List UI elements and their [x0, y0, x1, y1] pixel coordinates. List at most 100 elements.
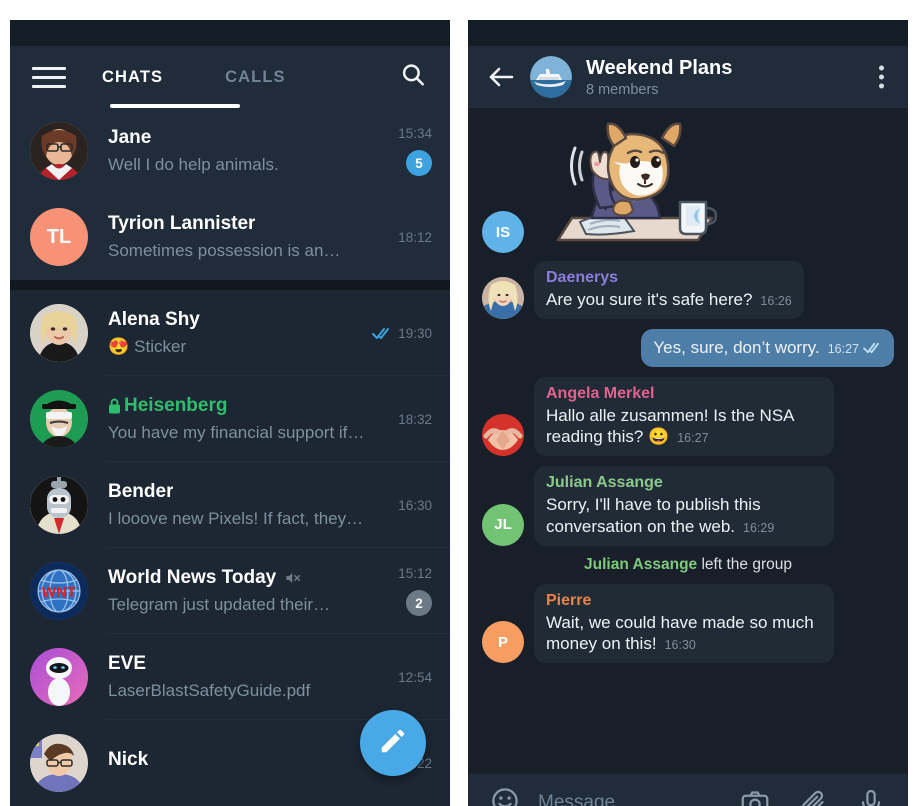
- avatar[interactable]: [482, 414, 524, 456]
- chat-name: EVE: [108, 653, 147, 674]
- message-row: Angela Merkel Hallo alle zusammen! Is th…: [482, 376, 894, 456]
- avatar[interactable]: [482, 276, 524, 319]
- message-row: JL Julian Assange Sorry, I'll have to pu…: [482, 466, 894, 546]
- chat-meta: 18:12: [398, 208, 432, 266]
- message-row: Yes, sure, don’t worry. 16:27: [482, 328, 894, 367]
- message-bubble-incoming[interactable]: Angela Merkel Hallo alle zusammen! Is th…: [534, 376, 834, 456]
- chat-meta: 16:30: [398, 476, 432, 534]
- chat-preview-text: Sticker: [134, 337, 187, 356]
- message-sender: Daenerys: [546, 269, 619, 286]
- avatar-initials: IS: [495, 223, 511, 241]
- status-bar-right: [468, 20, 908, 46]
- message-input-bar: Message: [468, 774, 908, 806]
- message-sender: Angela Merkel: [546, 384, 655, 402]
- chat-name: Jane: [108, 127, 152, 148]
- message-row: Daenerys Are you sure it's safe here? 16:…: [482, 261, 894, 319]
- tab-calls[interactable]: CALLS: [225, 68, 286, 87]
- shiba-inu-waving-sticker[interactable]: [534, 118, 734, 253]
- avatar[interactable]: IS: [482, 211, 524, 253]
- lock-icon: [108, 398, 121, 414]
- read-ticks-icon: [372, 327, 392, 340]
- message-text: Wait, we could have made so much money o…: [546, 612, 822, 656]
- muted-icon: [284, 569, 302, 587]
- camera-icon[interactable]: [740, 788, 770, 806]
- avatar: [30, 734, 88, 792]
- chat-row-jane[interactable]: Jane Well I do help animals. 15:34 5: [10, 108, 450, 194]
- chat-preview: Sometimes possession is an…: [108, 241, 341, 260]
- message-text: Sorry, I'll have to publish this convers…: [546, 494, 822, 538]
- service-message: Julian Assange left the group: [482, 556, 894, 574]
- chat-row-bender[interactable]: Bender I looove new Pixels! If fact, the…: [10, 462, 450, 548]
- back-arrow-icon[interactable]: [488, 66, 514, 88]
- service-actor[interactable]: Julian Assange: [584, 556, 697, 573]
- message-text: Are you sure it's safe here? 16:26: [546, 289, 792, 311]
- chat-preview: LaserBlastSafetyGuide.pdf: [108, 681, 311, 700]
- chat-name: World News Today: [108, 567, 277, 588]
- avatar: [30, 122, 88, 180]
- pinned-chats-divider: [10, 280, 450, 290]
- message-sender: Pierre: [546, 591, 592, 609]
- chat-row-content: Alena Shy 😍 Sticker: [108, 309, 356, 357]
- message-time: 16:29: [743, 520, 775, 535]
- kebab-menu-icon[interactable]: [879, 65, 884, 89]
- message-bubble-incoming[interactable]: Julian Assange Sorry, I'll have to publi…: [534, 466, 834, 546]
- paperclip-icon[interactable]: [798, 788, 828, 806]
- chat-list-tabs: CHATS CALLS: [102, 68, 286, 87]
- chat-preview: I looove new Pixels! If fact, they…: [108, 509, 364, 528]
- sticker-emoji: 😍: [108, 337, 130, 356]
- group-avatar[interactable]: [530, 56, 572, 98]
- message-bubble-incoming[interactable]: Daenerys Are you sure it's safe here? 16:…: [534, 261, 804, 319]
- message-time: 16:27: [677, 431, 709, 446]
- avatar[interactable]: JL: [482, 503, 524, 546]
- chat-name: Nick: [108, 749, 149, 770]
- message-time: 16:27: [827, 341, 859, 356]
- microphone-icon[interactable]: [856, 788, 886, 806]
- message-time: 16:30: [664, 638, 696, 653]
- chat-list-panel: CHATS CALLS Jane Well I do help animals.…: [10, 20, 450, 806]
- hamburger-menu-icon[interactable]: [32, 66, 66, 88]
- chat-list[interactable]: Jane Well I do help animals. 15:34 5 TL: [10, 108, 450, 806]
- chat-name: Tyrion Lannister: [108, 213, 256, 234]
- svg-text:WNT: WNT: [42, 584, 76, 601]
- chat-preview: Telegram just updated their…: [108, 595, 331, 614]
- chat-meta: 15:12 2: [398, 562, 432, 620]
- conversation-header: Weekend Plans 8 members: [468, 46, 908, 108]
- chat-name: Heisenberg: [124, 395, 228, 416]
- message-input[interactable]: Message: [538, 792, 712, 806]
- message-body: Yes, sure, don’t worry.: [653, 337, 820, 357]
- message-bubble-outgoing[interactable]: Yes, sure, don’t worry. 16:27: [641, 328, 894, 367]
- chat-row-heisenberg[interactable]: Heisenberg You have my financial support…: [10, 376, 450, 462]
- service-action: left the group: [701, 555, 792, 573]
- search-icon[interactable]: [400, 62, 426, 93]
- chat-row-content: Tyrion Lannister Sometimes possession is…: [108, 213, 386, 261]
- message-bubble-incoming[interactable]: Pierre Wait, we could have made so much …: [534, 583, 834, 663]
- chat-time: 16:30: [398, 497, 432, 513]
- avatar: [30, 476, 88, 534]
- chat-time: 15:34: [398, 126, 432, 141]
- chat-preview: 😍 Sticker: [108, 337, 356, 357]
- smiley-icon[interactable]: [490, 786, 520, 806]
- status-bar-left: [10, 20, 450, 46]
- chat-preview: You have my financial support if…: [108, 423, 365, 442]
- new-message-fab[interactable]: [360, 710, 426, 776]
- chat-meta: 18:32: [398, 390, 432, 448]
- message-list[interactable]: IS Daenerys Are you sure it's safe here?…: [468, 108, 908, 774]
- conversation-panel: Weekend Plans 8 members IS Daenerys Are …: [468, 20, 908, 806]
- message-text: Yes, sure, don’t worry. 16:27: [653, 337, 882, 359]
- chat-preview: Well I do help animals.: [108, 155, 279, 174]
- avatar: WNT: [30, 562, 88, 620]
- avatar[interactable]: P: [482, 621, 524, 663]
- chat-row-alena-shy[interactable]: Alena Shy 😍 Sticker 19:30: [10, 290, 450, 376]
- chat-row-eve[interactable]: EVE LaserBlastSafetyGuide.pdf 12:54: [10, 634, 450, 720]
- chat-time: 18:32: [398, 411, 432, 427]
- chat-meta: 19:30: [368, 304, 432, 362]
- pencil-icon: [378, 726, 408, 761]
- chat-name: Bender: [108, 481, 174, 502]
- chat-row-content: Heisenberg You have my financial support…: [108, 395, 386, 443]
- chat-row-tyrion-lannister[interactable]: TL Tyrion Lannister Sometimes possession…: [10, 194, 450, 280]
- tab-chats[interactable]: CHATS: [102, 68, 163, 87]
- message-sender: Julian Assange: [546, 474, 663, 491]
- header-titles: Weekend Plans 8 members: [586, 57, 732, 98]
- chat-row-world-news-today[interactable]: WNT World News Today Telegram just updat…: [10, 548, 450, 634]
- chat-time: 15:12: [398, 566, 432, 581]
